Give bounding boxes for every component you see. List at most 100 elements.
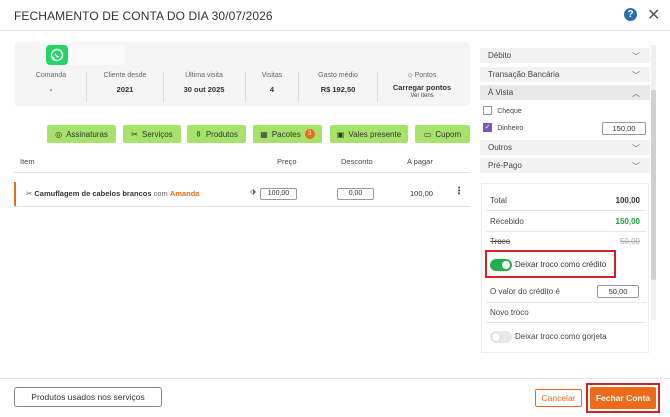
more-options-icon[interactable]: ⋮: [454, 186, 464, 197]
service-name: Camuflagem de cabelos brancos: [34, 189, 152, 198]
stat-value: R$ 192,50: [320, 85, 356, 94]
stat-label: Última visita: [185, 72, 223, 79]
section-label: Outros: [488, 143, 513, 152]
button-label: Produtos: [205, 129, 238, 139]
option-label: Cheque: [497, 108, 522, 115]
whatsapp-icon[interactable]: [46, 45, 68, 65]
stat-label: Visitas: [261, 72, 283, 79]
client-name-redacted: [68, 45, 126, 65]
stat-label: Pontos: [414, 72, 437, 79]
header-divider: [0, 30, 670, 31]
column-header-preco: Preço: [277, 157, 297, 166]
stat-value: 4: [269, 85, 275, 94]
footer-divider: [0, 378, 670, 379]
service-connector: com: [153, 189, 168, 198]
produtos-button[interactable]: ⚱ Produtos: [187, 125, 246, 143]
payment-section-avista[interactable]: À Vista ︿: [480, 85, 650, 100]
stat-cliente-desde: Cliente desde 2021: [90, 72, 160, 104]
divider: [163, 72, 164, 102]
recebido-value: 150,00: [615, 217, 640, 226]
cheque-checkbox[interactable]: [483, 106, 492, 116]
stat-label: Comanda: [35, 72, 67, 79]
stat-label: Cliente desde: [103, 72, 147, 79]
produtos-usados-button[interactable]: Produtos usados nos serviços: [14, 387, 162, 407]
troco-label: Troco: [490, 237, 511, 246]
divider: [377, 72, 378, 102]
divider: [298, 72, 299, 102]
payment-section-outros[interactable]: Outros ﹀: [480, 140, 650, 155]
column-header-desconto: Desconto: [341, 157, 373, 166]
scrollbar-thumb[interactable]: [651, 90, 656, 280]
dinheiro-checkbox-checked[interactable]: ✓: [483, 123, 492, 133]
pacotes-button[interactable]: ▦ Pacotes 3: [253, 125, 322, 143]
stat-value: 2021: [116, 85, 134, 94]
payment-section-prepago[interactable]: Pré-Pago ﹀: [480, 158, 650, 173]
deixar-credito-toggle[interactable]: [490, 259, 512, 271]
divider: [245, 72, 246, 102]
stat-value: 30 out 2025: [183, 85, 225, 94]
toggle-on[interactable]: [490, 259, 512, 271]
option-cheque[interactable]: Cheque: [480, 104, 650, 118]
amount-due: 100,00: [410, 189, 433, 198]
troco-value: 50,00: [619, 237, 640, 246]
section-label: Pré-Pago: [488, 161, 522, 170]
stat-pontos: ⬦ Pontos Carregar pontos Ver itens: [380, 72, 464, 104]
calendar-icon: ▦: [260, 129, 268, 139]
payment-section-debito[interactable]: Débito ﹀: [480, 48, 650, 63]
deixar-credito-label: Deixar troco como crédito: [515, 260, 607, 269]
chevron-down-icon: ﹀: [632, 162, 640, 171]
recebido-label: Recebido: [490, 217, 524, 226]
chevron-down-icon: ﹀: [632, 144, 640, 153]
button-label: Pacotes: [271, 129, 301, 139]
payment-section-transacao[interactable]: Transação Bancária ﹀: [480, 67, 650, 82]
fechar-conta-button[interactable]: Fechar Conta: [590, 387, 656, 409]
deixar-gorjeta-toggle[interactable]: [490, 331, 512, 343]
vales-presente-button[interactable]: ▣ Vales presente: [330, 125, 408, 143]
price-input[interactable]: 100,00: [260, 188, 297, 200]
section-label: Débito: [488, 51, 512, 60]
price-tag-icon[interactable]: ⬗: [250, 187, 256, 196]
assinaturas-button[interactable]: ◎ Assinaturas: [47, 125, 116, 143]
divider: [486, 210, 646, 211]
professional-link[interactable]: Amanda: [170, 189, 200, 198]
servicos-button[interactable]: ✂ Serviços: [123, 125, 181, 143]
credit-amount-input[interactable]: 50,00: [597, 285, 639, 298]
section-label: Transação Bancária: [488, 70, 560, 79]
button-label: Assinaturas: [66, 129, 108, 139]
stat-comanda: Comanda -: [18, 72, 84, 104]
scissors-icon: ✂: [26, 189, 33, 198]
row-indicator: [14, 182, 16, 206]
valor-credito-label: O valor do crédito é: [490, 287, 560, 296]
tag-icon: ⬦: [407, 72, 413, 79]
divider: [486, 231, 646, 232]
toggle-off[interactable]: [490, 331, 512, 343]
check-circle-icon: ◎: [55, 129, 63, 139]
cancel-button[interactable]: Cancelar: [535, 389, 582, 407]
scissors-icon: ✂: [131, 129, 138, 139]
discount-input[interactable]: 0,00: [337, 188, 374, 200]
cupom-button[interactable]: ▭ Cupom: [415, 125, 470, 143]
close-icon[interactable]: ✕: [647, 5, 660, 25]
gift-card-icon: ▣: [336, 129, 345, 139]
deixar-gorjeta-label: Deixar troco como gorjeta: [515, 332, 607, 341]
button-label: Cupom: [435, 129, 462, 139]
stat-visitas: Visitas 4: [248, 72, 296, 104]
bottle-icon: ⚱: [195, 129, 202, 139]
section-label: À Vista: [488, 88, 514, 97]
stat-gasto-medio: Gasto médio R$ 192,50: [302, 72, 374, 104]
ticket-icon: ▭: [423, 129, 432, 139]
dinheiro-amount-input[interactable]: 150,00: [602, 122, 646, 135]
load-points-link[interactable]: Carregar pontos: [380, 83, 464, 92]
total-label: Total: [490, 196, 507, 205]
chevron-up-icon: ︿: [632, 89, 640, 98]
total-value: 100,00: [615, 196, 640, 205]
dialog-title: FECHAMENTO DE CONTA DO DIA 30/07/2026: [14, 9, 273, 23]
help-icon[interactable]: ?: [624, 8, 637, 21]
view-items-link[interactable]: Ver itens: [380, 93, 464, 99]
stat-value: -: [49, 85, 53, 94]
pacotes-count-badge: 3: [304, 129, 315, 139]
option-label: Dinheiro: [497, 125, 524, 132]
divider: [86, 72, 87, 102]
table-row: ✂ Camuflagem de cabelos brancos com Aman…: [26, 189, 199, 198]
chevron-down-icon: ﹀: [632, 52, 640, 61]
